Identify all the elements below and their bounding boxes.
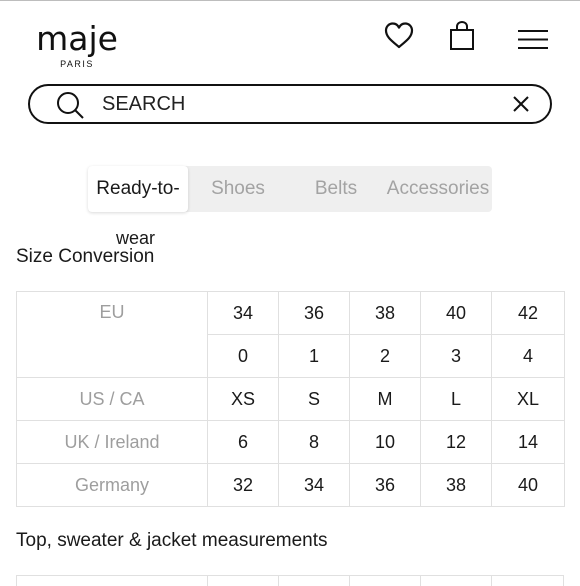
size-cell: 1 [278, 334, 350, 378]
size-cell: S [278, 377, 350, 421]
size-cell: 0 [207, 334, 279, 378]
table-row: UK / Ireland 6 8 10 12 14 [16, 420, 565, 464]
hamburger-menu-icon[interactable] [517, 28, 549, 57]
logo-subtext: PARIS [60, 59, 94, 69]
shopping-bag-icon[interactable] [448, 20, 476, 57]
row-label: UK / Ireland [16, 420, 208, 464]
tab-label: Ready-to- [96, 178, 180, 199]
size-cell: 12 [420, 420, 492, 464]
table-border [420, 576, 421, 586]
table-row: US / CA XS S M L XL [16, 377, 565, 421]
tab-belts[interactable]: Belts [288, 166, 384, 212]
table-border [349, 576, 350, 586]
section-title-size-conversion: Size Conversion [16, 246, 155, 267]
search-bar[interactable] [28, 84, 552, 124]
table-row: EU 34 36 38 40 42 [16, 291, 565, 378]
size-cell: 34 [278, 463, 350, 507]
brand-logo[interactable]: maje PARIS [31, 19, 123, 70]
size-cell: 8 [278, 420, 350, 464]
size-cell: 14 [491, 420, 565, 464]
tab-accessories[interactable]: Accessories [384, 166, 492, 212]
size-cell: 34 [207, 291, 279, 335]
size-cell: 36 [349, 463, 421, 507]
row-label: Germany [16, 463, 208, 507]
size-cell: 40 [491, 463, 565, 507]
size-cell: 6 [207, 420, 279, 464]
size-conversion-table: EU 34 36 38 40 42 0 1 2 3 4 US / CA XS S… [16, 291, 565, 507]
row-label: EU [16, 291, 208, 378]
size-cell: 42 [491, 291, 565, 335]
tab-label: Shoes [211, 178, 265, 199]
tab-shoes[interactable]: Shoes [188, 166, 288, 212]
size-cell: XS [207, 377, 279, 421]
table-border [563, 576, 564, 586]
tab-label: Belts [314, 178, 358, 199]
size-cell: 36 [278, 291, 350, 335]
size-cell: 10 [349, 420, 421, 464]
size-cell: 3 [420, 334, 492, 378]
size-cell: L [420, 377, 492, 421]
size-cell: XL [491, 377, 565, 421]
size-cell: 38 [420, 463, 492, 507]
size-cell: 38 [349, 291, 421, 335]
table-row: Germany 32 34 36 38 40 [16, 463, 565, 507]
heart-icon[interactable] [383, 20, 415, 57]
search-input[interactable] [102, 89, 492, 119]
size-cell: 4 [491, 334, 565, 378]
table-border [16, 576, 17, 586]
table-border [278, 576, 279, 586]
size-cell: 40 [420, 291, 492, 335]
table-border [207, 576, 208, 586]
category-tabs: Ready-to- Shoes Belts Accessories [88, 166, 492, 212]
close-icon[interactable] [512, 95, 530, 118]
size-cell: 32 [207, 463, 279, 507]
measurements-table [16, 575, 564, 586]
size-cell: 2 [349, 334, 421, 378]
tab-label: Accessories [386, 178, 490, 199]
size-cell: M [349, 377, 421, 421]
top-divider [0, 0, 580, 1]
section-title-measurements: Top, sweater & jacket measurements [16, 530, 328, 551]
search-icon[interactable] [56, 92, 88, 125]
logo-wordmark: maje [36, 19, 118, 58]
tab-ready-to-wear[interactable]: Ready-to- [88, 166, 188, 212]
row-label: US / CA [16, 377, 208, 421]
table-border [491, 576, 492, 586]
